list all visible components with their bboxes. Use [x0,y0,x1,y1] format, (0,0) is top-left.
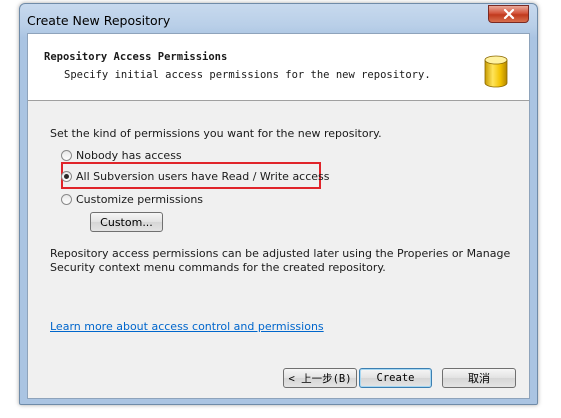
window-title: Create New Repository [27,13,171,28]
radio-nobody-access[interactable]: Nobody has access [61,149,182,162]
custom-button[interactable]: Custom... [90,212,163,232]
header-subtitle: Specify initial access permissions for t… [64,69,431,81]
cancel-button[interactable]: 取消 [442,368,516,388]
radio-customize-permissions[interactable]: Customize permissions [61,193,203,206]
dialog-content: Repository Access Permissions Specify in… [27,33,530,399]
radio-button[interactable] [61,150,72,161]
permissions-note: Repository access permissions can be adj… [50,247,511,274]
database-icon [484,55,508,88]
radio-button[interactable] [61,194,72,205]
radio-label: Customize permissions [76,193,204,206]
close-button[interactable] [488,5,529,23]
radio-label: All Subversion users have Read / Write a… [76,170,330,183]
radio-button-selected[interactable] [61,171,72,182]
radio-label: Nobody has access [76,149,182,162]
dialog-window: Create New Repository Repository Access … [19,3,538,405]
wizard-header: Repository Access Permissions Specify in… [28,34,529,101]
close-icon [503,9,514,19]
radio-all-read-write[interactable]: All Subversion users have Read / Write a… [61,170,330,183]
learn-more-link[interactable]: Learn more about access control and perm… [50,320,324,333]
permission-prompt: Set the kind of permissions you want for… [50,127,382,140]
back-button[interactable]: < 上一步(B) [283,368,357,388]
header-title: Repository Access Permissions [44,51,228,63]
create-button[interactable]: Create [359,368,432,388]
